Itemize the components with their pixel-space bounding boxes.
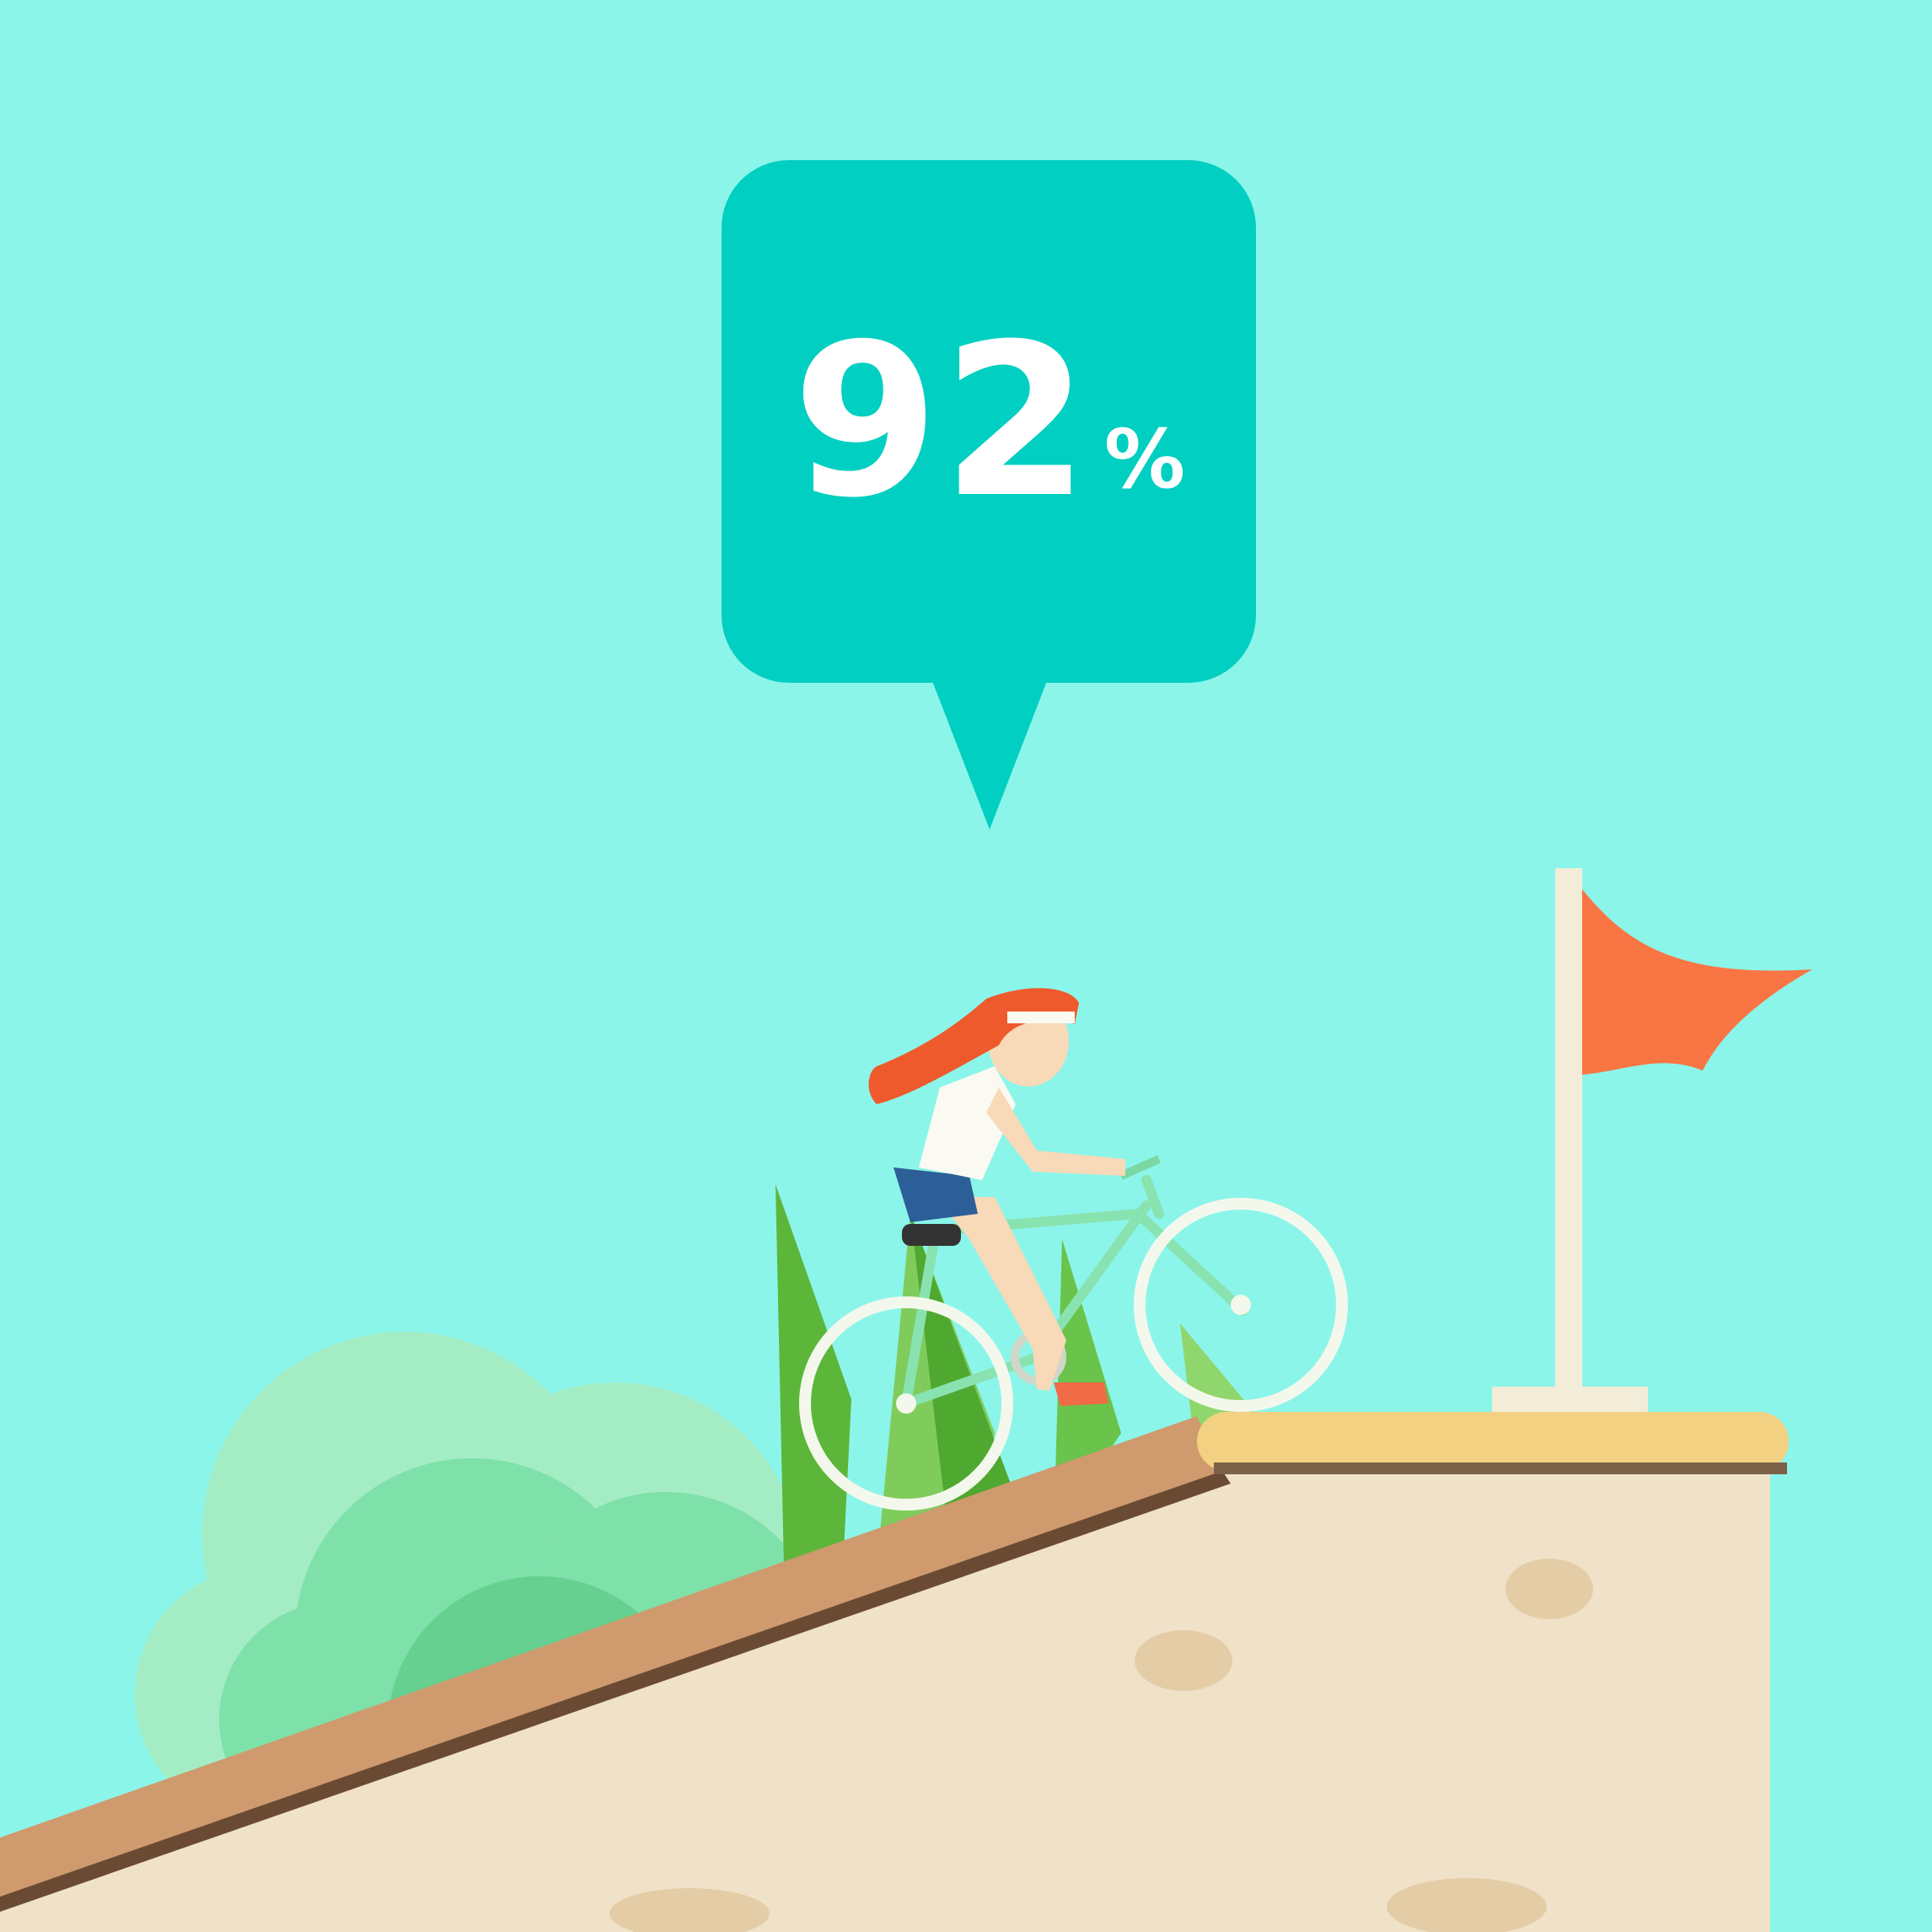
progress-unit: %: [1103, 412, 1186, 507]
progress-scene: 92 %: [0, 0, 1932, 1932]
progress-value: 92: [792, 298, 1092, 544]
flag-icon: [1492, 868, 1812, 1412]
progress-bubble-tail: [932, 681, 1047, 829]
progress-label: 92 %: [722, 160, 1256, 683]
